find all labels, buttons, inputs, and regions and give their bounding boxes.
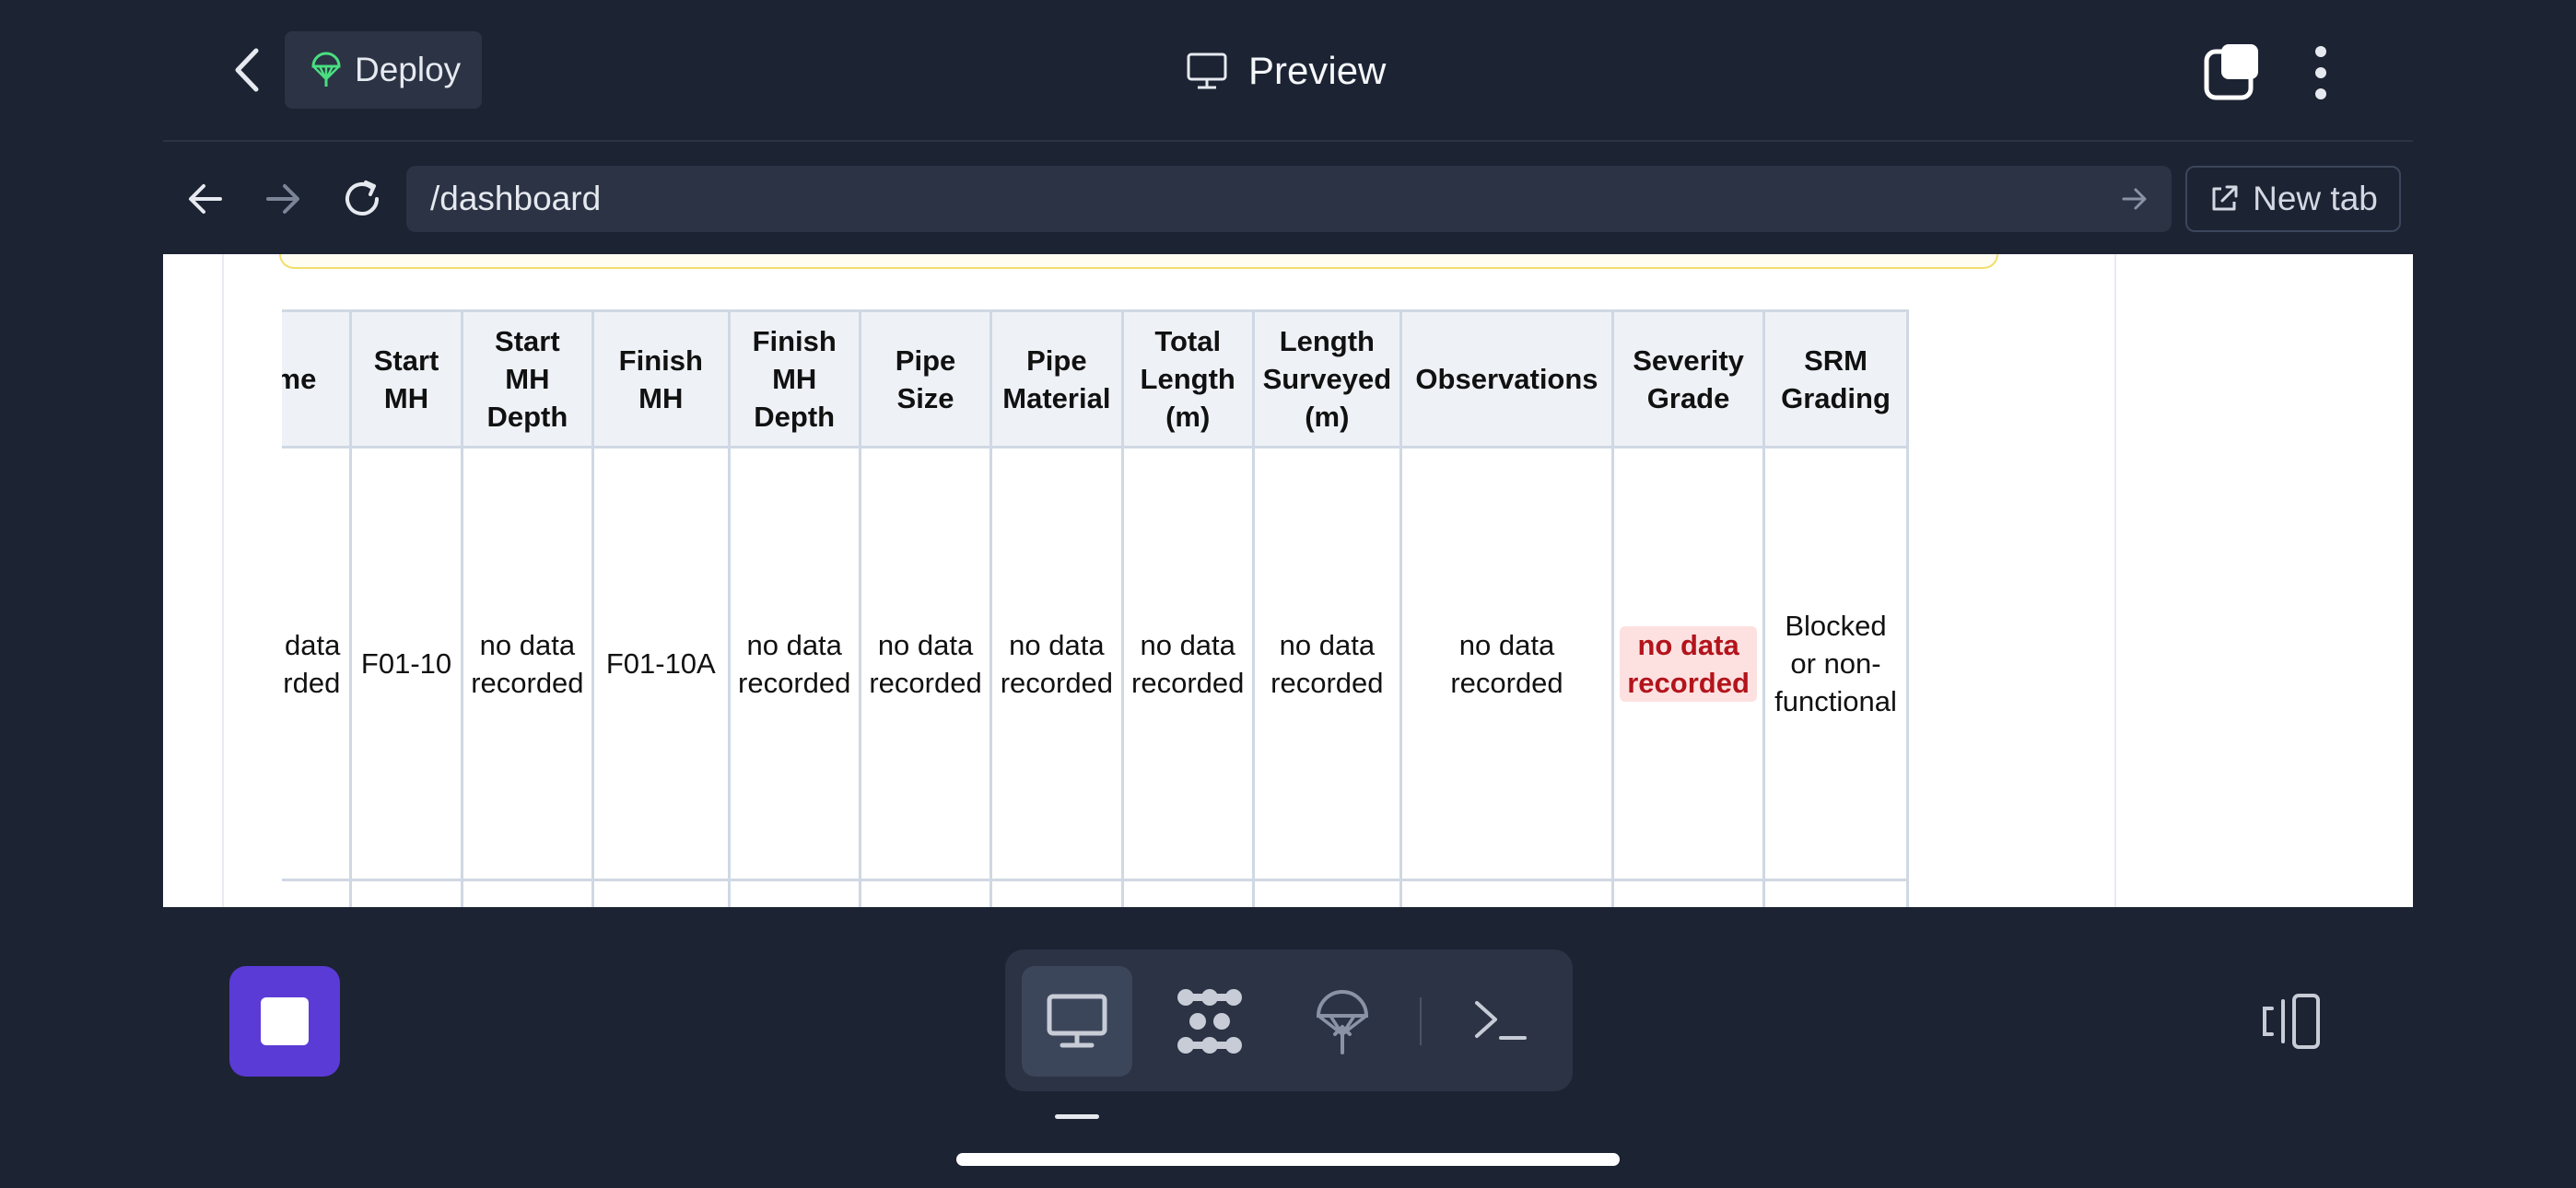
new-tab-button[interactable]: New tab <box>2185 166 2401 232</box>
dock-divider <box>1420 997 1422 1045</box>
table-cell: no data recorded <box>282 446 353 881</box>
dock-deploy-button[interactable] <box>1287 966 1398 1077</box>
survey-table-container[interactable]: Time Start MH Start MH Depth Finish MH F… <box>282 309 2001 907</box>
table-row <box>282 879 1909 907</box>
column-header[interactable]: Time <box>282 309 353 448</box>
table-cell <box>282 879 353 907</box>
back-button[interactable] <box>218 41 275 99</box>
reload-button[interactable] <box>334 171 390 227</box>
arrow-left-icon <box>189 184 222 214</box>
column-header[interactable]: SRM Grading <box>1762 309 1909 448</box>
stop-icon <box>261 997 309 1045</box>
split-view-icon <box>2263 994 2320 1049</box>
arrow-right-icon <box>266 184 299 214</box>
table-cell: no data recorded <box>1251 446 1402 881</box>
dock-shell-button[interactable] <box>1446 966 1556 1077</box>
column-header[interactable]: Pipe Material <box>989 309 1124 448</box>
table-cell: no data recorded <box>1399 446 1615 881</box>
url-input[interactable]: /dashboard <box>406 166 2172 232</box>
kebab-icon-dot <box>2315 46 2326 57</box>
url-go-button[interactable] <box>2116 181 2153 217</box>
deploy-icon <box>1316 990 1369 1054</box>
packages-icon <box>1177 989 1242 1054</box>
table-cell: F01-10A <box>591 446 731 881</box>
parachute-icon <box>311 52 341 87</box>
column-header[interactable]: Observations <box>1399 309 1615 448</box>
dock-packages-button[interactable] <box>1154 966 1265 1077</box>
new-tab-label: New tab <box>2253 180 2378 217</box>
column-header[interactable]: Start MH <box>349 309 463 448</box>
column-header[interactable]: Length Surveyed (m) <box>1251 309 1402 448</box>
kebab-icon-dot <box>2315 88 2326 99</box>
table-cell: no data recorded <box>989 446 1124 881</box>
table-cell: Blocked or non-functional <box>1762 446 1909 881</box>
external-link-icon <box>2212 185 2238 211</box>
preview-viewport: Time Start MH Start MH Depth Finish MH F… <box>163 254 2413 907</box>
deploy-button[interactable]: Deploy <box>285 31 482 109</box>
table-cell <box>460 879 595 907</box>
table-cell <box>591 879 731 907</box>
warning-banner <box>279 254 1998 269</box>
table-cell <box>989 879 1124 907</box>
terminal-icon <box>1475 1001 1527 1040</box>
monitor-icon <box>1187 52 1227 89</box>
page-title-text: Preview <box>1248 49 1387 92</box>
monitor-icon <box>1047 994 1107 1048</box>
browser-nav-bar: /dashboard New tab <box>163 144 2413 254</box>
column-header[interactable]: Finish MH <box>591 309 731 448</box>
table-cell <box>1762 879 1909 907</box>
dock-preview-button[interactable] <box>1022 966 1132 1077</box>
table-cell <box>1120 879 1255 907</box>
stop-button[interactable] <box>229 966 340 1077</box>
arrow-right-icon <box>2122 188 2147 210</box>
table-cell <box>1251 879 1402 907</box>
table-cell: no data recorded <box>1120 446 1255 881</box>
table-cell: F01-10 <box>349 446 463 881</box>
table-row: no data recorded F01-10 no data recorded… <box>282 446 1909 881</box>
survey-table: Time Start MH Start MH Depth Finish MH F… <box>282 309 1909 907</box>
severity-badge: no data recorded <box>1620 625 1758 702</box>
table-cell <box>1611 879 1766 907</box>
severity-cell: no data recorded <box>1611 446 1766 881</box>
layout-toggle-button[interactable] <box>2257 992 2324 1051</box>
column-header[interactable]: Total Length (m) <box>1120 309 1255 448</box>
url-text: /dashboard <box>430 180 602 217</box>
table-cell <box>727 879 861 907</box>
nav-forward-button[interactable] <box>255 171 310 227</box>
column-header[interactable]: Finish MH Depth <box>727 309 861 448</box>
table-cell <box>349 879 463 907</box>
tabs-button[interactable] <box>2201 41 2266 105</box>
table-header-row: Time Start MH Start MH Depth Finish MH F… <box>282 309 1909 448</box>
nav-back-button[interactable] <box>178 171 233 227</box>
column-header[interactable]: Pipe Size <box>858 309 993 448</box>
table-cell: no data recorded <box>858 446 993 881</box>
reload-icon <box>345 181 379 215</box>
chevron-left-icon <box>235 48 259 92</box>
table-cell: no data recorded <box>460 446 595 881</box>
home-indicator[interactable] <box>956 1153 1620 1166</box>
more-menu-button[interactable] <box>2302 41 2339 105</box>
page-title: Preview <box>1186 41 1386 101</box>
deploy-label: Deploy <box>355 51 462 88</box>
kebab-icon-dot <box>2315 67 2326 78</box>
table-cell <box>1399 879 1615 907</box>
app-window: Deploy Preview /dashboard New tab e Star… <box>0 0 2576 1188</box>
table-cell: no data recorded <box>727 446 861 881</box>
active-dock-indicator <box>1055 1114 1099 1119</box>
top-bar: Deploy Preview <box>163 0 2413 142</box>
column-header[interactable]: Start MH Depth <box>460 309 595 448</box>
column-header[interactable]: Severity Grade <box>1611 309 1766 448</box>
table-cell <box>858 879 993 907</box>
tabs-icon <box>2204 44 2258 100</box>
dashboard-card: Time Start MH Start MH Depth Finish MH F… <box>222 254 2116 907</box>
bottom-dock <box>1005 949 1573 1091</box>
